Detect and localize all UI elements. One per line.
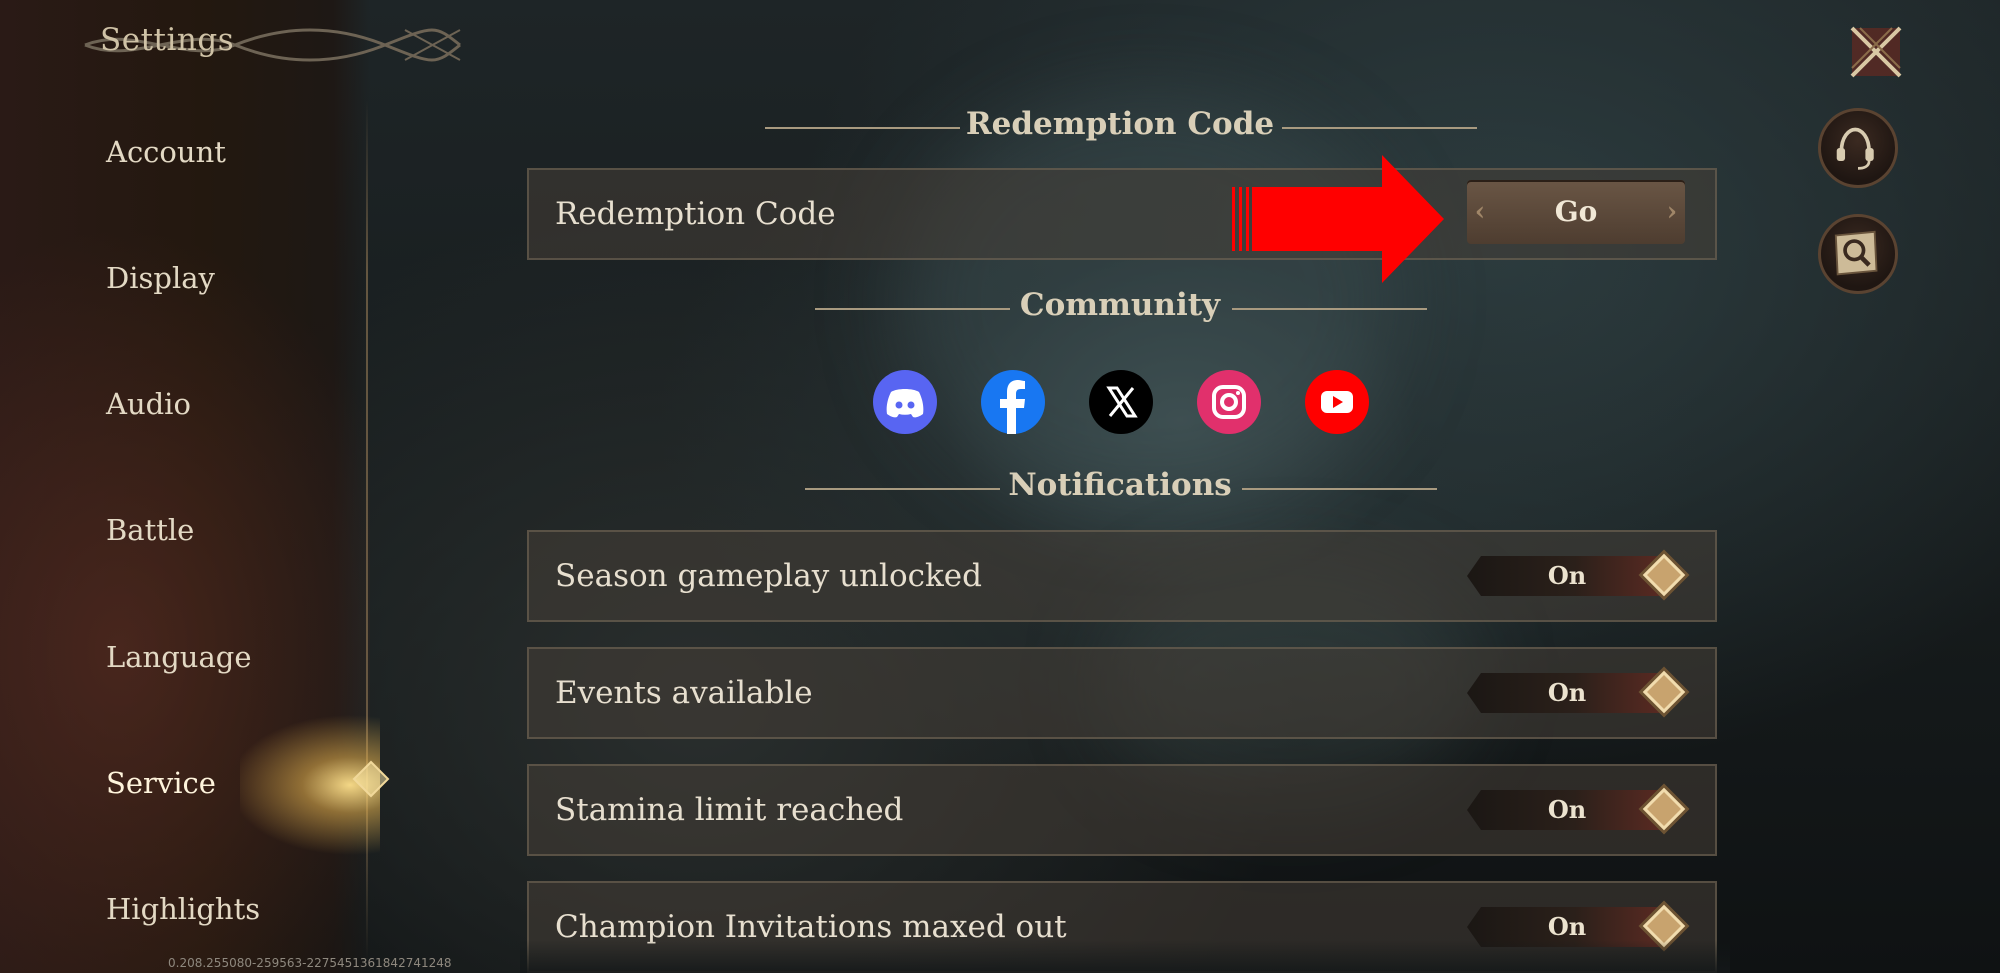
sidebar-item-service[interactable]: Service [106, 766, 216, 800]
scroll-fade [520, 940, 1730, 973]
x-icon[interactable] [1089, 370, 1153, 434]
close-icon[interactable] [1846, 22, 1906, 82]
redemption-code-row: Redemption Code ‹ Go › [527, 168, 1717, 260]
sidebar-item-battle[interactable]: Battle [106, 513, 194, 547]
notification-label: Events available [555, 675, 813, 711]
annotation-arrow-icon [1232, 155, 1444, 283]
season-toggle[interactable]: On [1467, 553, 1687, 597]
section-header-redemption: Redemption Code [965, 106, 1275, 142]
toggle-state: On [1547, 795, 1587, 824]
stamina-toggle[interactable]: On [1467, 787, 1687, 831]
go-button-label: Go [1554, 195, 1598, 228]
section-header-notifications: Notifications [1008, 467, 1232, 503]
notification-label: Stamina limit reached [555, 792, 904, 828]
youtube-icon[interactable] [1305, 370, 1369, 434]
notification-row-stamina: Stamina limit reached On [527, 764, 1717, 856]
section-header-community: Community [1019, 287, 1221, 323]
sidebar-item-display[interactable]: Display [106, 261, 215, 295]
instagram-icon[interactable] [1197, 370, 1261, 434]
facebook-icon[interactable] [981, 370, 1045, 434]
map-search-icon [1834, 230, 1878, 276]
page-title: Settings [100, 22, 235, 58]
sidebar-item-language[interactable]: Language [106, 640, 251, 674]
customer-support-button[interactable] [1818, 108, 1898, 188]
chevron-right-icon: › [1666, 197, 1678, 227]
toggle-state: On [1547, 561, 1587, 590]
discord-icon[interactable] [873, 370, 937, 434]
map-search-button[interactable] [1818, 214, 1898, 294]
sidebar-item-highlights[interactable]: Highlights [106, 892, 260, 926]
version-text: 0.208.255080-259563-2275451361842741248 [168, 956, 452, 970]
chevron-left-icon: ‹ [1474, 197, 1486, 227]
events-toggle[interactable]: On [1467, 670, 1687, 714]
notification-label: Season gameplay unlocked [555, 558, 982, 594]
notification-row-events: Events available On [527, 647, 1717, 739]
sidebar-item-audio[interactable]: Audio [106, 387, 191, 421]
headset-icon [1836, 127, 1874, 170]
toggle-state: On [1547, 678, 1587, 707]
notification-row-season: Season gameplay unlocked On [527, 530, 1717, 622]
go-button[interactable]: ‹ Go › [1467, 180, 1685, 244]
sidebar-item-account[interactable]: Account [106, 135, 226, 169]
redemption-code-label: Redemption Code [555, 196, 836, 232]
